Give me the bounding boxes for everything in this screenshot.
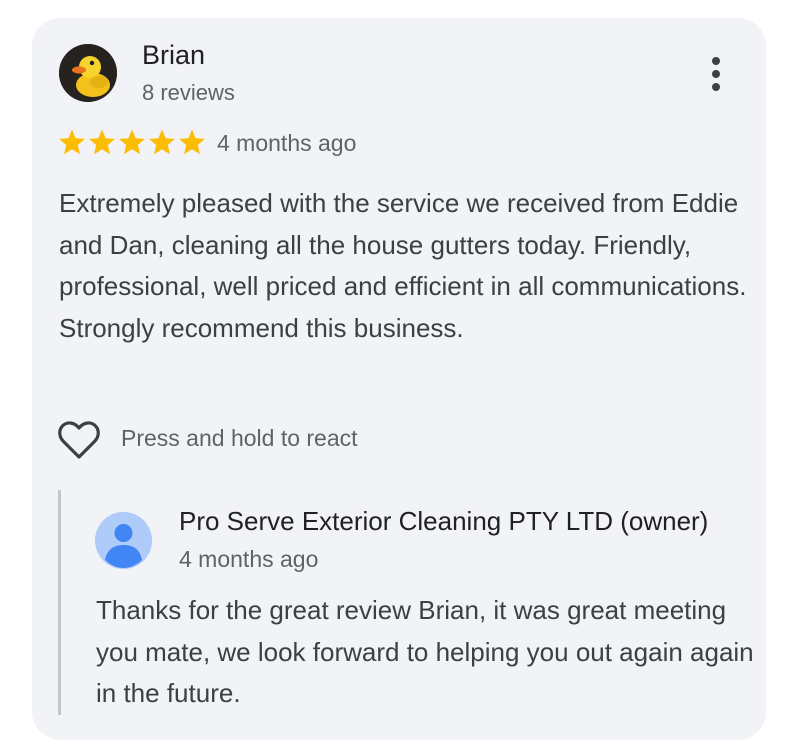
owner-name: Pro Serve Exterior Cleaning PTY LTD (own…: [179, 506, 709, 536]
review-time: 4 months ago: [217, 130, 357, 156]
react-hint: Press and hold to react: [121, 425, 358, 451]
star-icon: [118, 128, 146, 158]
more-vert-icon: [712, 57, 720, 91]
owner-avatar[interactable]: [95, 512, 152, 569]
reviewer-avatar[interactable]: [59, 44, 117, 102]
heart-outline-icon: [58, 421, 100, 459]
star-icon: [148, 128, 176, 158]
reviewer-name[interactable]: Brian: [142, 40, 205, 71]
person-avatar-icon: [95, 512, 152, 569]
owner-reply-text: Thanks for the great review Brian, it wa…: [96, 595, 754, 708]
duck-avatar-icon: [59, 44, 117, 102]
star-rating: [58, 128, 206, 158]
more-options-button[interactable]: [700, 54, 732, 94]
star-icon: [178, 128, 206, 158]
star-icon: [58, 128, 86, 158]
star-icon: [88, 128, 116, 158]
reviewer-review-count: 8 reviews: [142, 80, 235, 105]
owner-reply-time: 4 months ago: [179, 546, 319, 572]
react-button[interactable]: [57, 420, 101, 460]
owner-reply-divider: [58, 490, 61, 715]
review-text: Extremely pleased with the service we re…: [59, 188, 747, 343]
